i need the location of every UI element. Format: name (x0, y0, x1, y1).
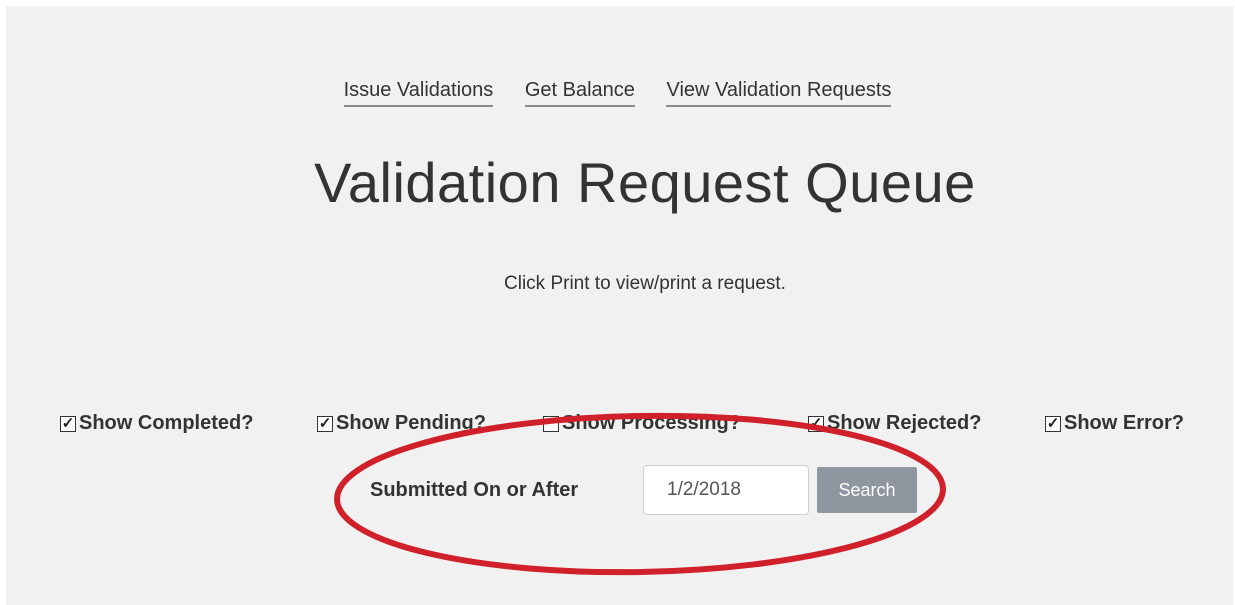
search-button[interactable]: Search (817, 467, 917, 513)
filter-show-processing[interactable]: Show Processing? (543, 412, 741, 435)
filter-show-rejected[interactable]: ✓ Show Rejected? (808, 412, 981, 435)
filter-show-error[interactable]: ✓ Show Error? (1045, 412, 1184, 435)
submitted-on-or-after-label: Submitted On or After (370, 478, 579, 501)
checkbox-show-error[interactable]: ✓ (1045, 414, 1061, 432)
nav-link-issue-validations[interactable]: Issue Validations (343, 78, 494, 107)
instructions-text: Click Print to view/print a request. (504, 273, 786, 294)
submitted-date-input[interactable] (643, 465, 809, 515)
filter-label-show-rejected: Show Rejected? (827, 412, 982, 434)
check-icon: ✓ (318, 414, 332, 432)
checkbox-show-processing[interactable] (543, 415, 559, 432)
filter-show-completed[interactable]: ✓ Show Completed? (60, 412, 253, 435)
checkbox-show-completed[interactable]: ✓ (60, 414, 76, 432)
date-filter-row: Submitted On or After Search (370, 464, 917, 516)
filter-label-show-pending: Show Pending? (336, 412, 486, 434)
checkbox-show-pending[interactable]: ✓ (317, 414, 333, 432)
nav-link-get-balance[interactable]: Get Balance (524, 78, 635, 107)
page-title: Validation Request Queue (314, 151, 976, 214)
filter-label-show-processing: Show Processing? (562, 412, 741, 434)
filter-show-pending[interactable]: ✓ Show Pending? (317, 412, 486, 435)
filter-label-show-completed: Show Completed? (79, 412, 254, 434)
checkbox-show-rejected[interactable]: ✓ (808, 414, 824, 432)
check-icon: ✓ (61, 414, 75, 432)
nav-link-view-validation-requests[interactable]: View Validation Requests (666, 78, 892, 107)
top-navigation: Issue Validations Get Balance View Valid… (0, 78, 1235, 107)
filter-label-show-error: Show Error? (1064, 412, 1185, 434)
check-icon: ✓ (809, 414, 823, 432)
check-icon: ✓ (1046, 414, 1060, 432)
